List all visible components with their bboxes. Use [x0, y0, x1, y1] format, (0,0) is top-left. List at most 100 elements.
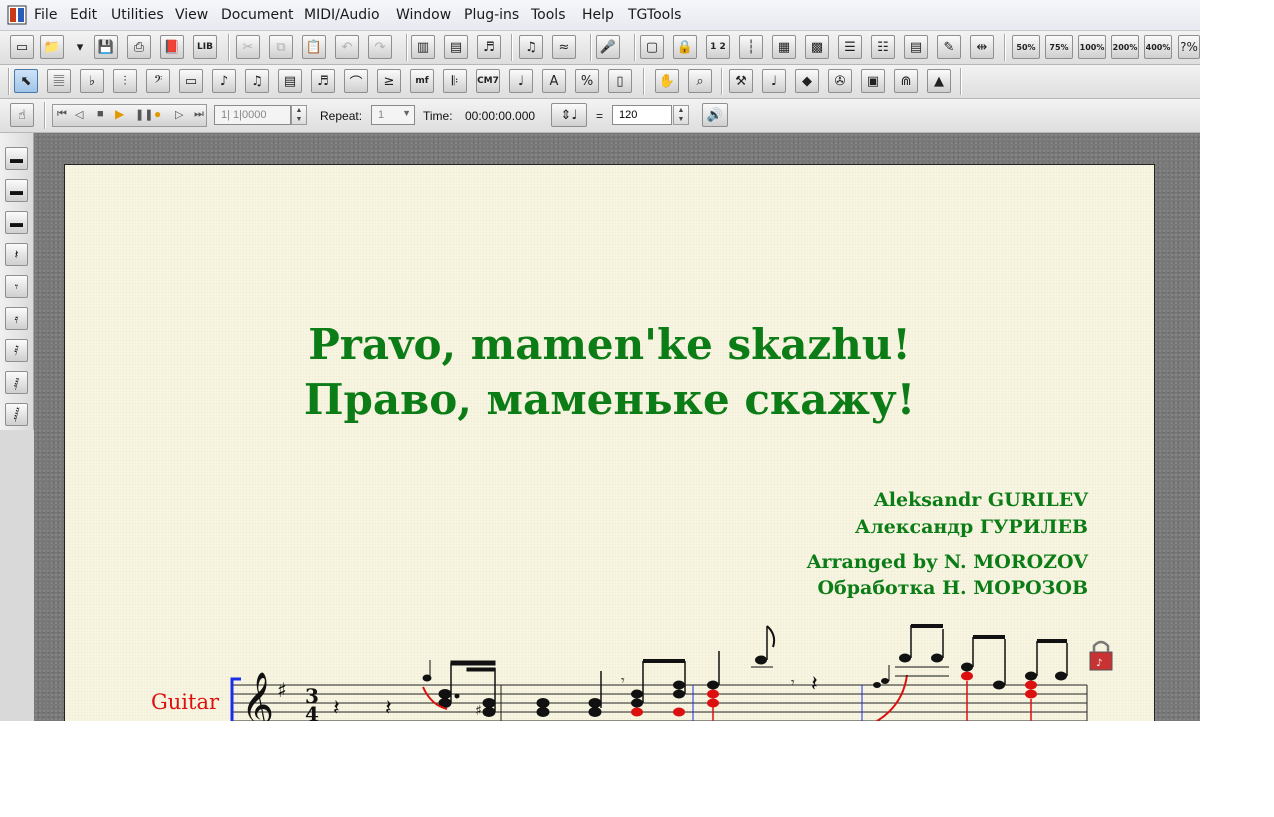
copy-icon[interactable]: ⧉: [269, 35, 293, 59]
zoom-icon[interactable]: ⌕: [688, 69, 712, 93]
whole-rest-icon[interactable]: ▬: [5, 147, 28, 170]
tempo-field[interactable]: 120: [612, 105, 672, 125]
mirror-tool-icon[interactable]: ✇: [828, 69, 852, 93]
sixteenth-rest-icon[interactable]: 𝄿: [5, 307, 28, 330]
record-icon[interactable]: ●: [154, 107, 161, 121]
fast-forward-icon[interactable]: ⏭: [194, 108, 204, 121]
zoom-custom-button[interactable]: ?%: [1178, 35, 1200, 59]
articulation-icon[interactable]: ≥: [377, 69, 401, 93]
tuplet-tool-icon[interactable]: ♬: [311, 69, 335, 93]
rewind-to-start-icon[interactable]: ⏮: [57, 108, 67, 121]
lyrics-tool-icon[interactable]: ♩: [509, 69, 533, 93]
pause-icon[interactable]: ❚❚: [135, 108, 153, 121]
play-icon[interactable]: ▶: [115, 107, 124, 121]
simple-entry-icon[interactable]: ♪: [212, 69, 236, 93]
sixty-fourth-rest-icon[interactable]: 𝅁: [5, 371, 28, 394]
redo-icon[interactable]: ↷: [368, 35, 392, 59]
menu-file[interactable]: File: [34, 7, 57, 23]
menu-help[interactable]: Help: [582, 7, 614, 23]
clef-tool-icon[interactable]: 𝄢: [146, 69, 170, 93]
library-icon[interactable]: 📕: [160, 35, 184, 59]
scroll-view-icon[interactable]: ▤: [444, 35, 468, 59]
page-setup-icon[interactable]: ▤: [904, 35, 928, 59]
menu-tgtools[interactable]: TGTools: [628, 7, 681, 23]
speaker-icon[interactable]: 🔊: [702, 103, 728, 127]
grid-icon[interactable]: ▦: [772, 35, 796, 59]
cut-icon[interactable]: ✂: [236, 35, 260, 59]
chord-tool-icon[interactable]: CM7: [476, 69, 500, 93]
half-rest-icon[interactable]: ▬: [5, 179, 28, 202]
metronome-icon[interactable]: ▲: [927, 69, 951, 93]
zoom-400-button[interactable]: 400%: [1144, 35, 1172, 59]
page-view-icon[interactable]: ▥: [411, 35, 435, 59]
microphone-icon[interactable]: 🎤: [596, 35, 620, 59]
menu-view[interactable]: View: [175, 7, 208, 23]
frame-icon[interactable]: ▢: [640, 35, 664, 59]
measure-layout-icon[interactable]: ⇹: [970, 35, 994, 59]
new-file-icon[interactable]: ▭: [10, 35, 34, 59]
repeat-tool-icon[interactable]: 𝄆: [443, 69, 467, 93]
dropdown-arrow-icon[interactable]: ▾: [73, 35, 87, 59]
paste-icon[interactable]: 📋: [302, 35, 326, 59]
expression-icon[interactable]: mf: [410, 69, 434, 93]
open-file-icon[interactable]: 📁: [40, 35, 64, 59]
layout-alt-icon[interactable]: ☷: [871, 35, 895, 59]
time-signature-icon[interactable]: ⫶: [113, 69, 137, 93]
menu-edit[interactable]: Edit: [70, 7, 97, 23]
lock-icon[interactable]: ♪: [1089, 640, 1113, 671]
thirty-second-rest-icon[interactable]: 𝅀: [5, 339, 28, 362]
menu-document[interactable]: Document: [221, 7, 294, 23]
zoom-100-button[interactable]: 100%: [1078, 35, 1106, 59]
zoom-50-button[interactable]: 50%: [1012, 35, 1040, 59]
lock-page-icon[interactable]: 🔒: [673, 35, 697, 59]
menu-utilities[interactable]: Utilities: [111, 7, 164, 23]
swing-icon[interactable]: ≈: [552, 35, 576, 59]
tie-tool-icon[interactable]: ⋒: [894, 69, 918, 93]
menu-tools[interactable]: Tools: [531, 7, 566, 23]
eighth-rest-icon[interactable]: 𝄾: [5, 275, 28, 298]
playback-icon[interactable]: ♫: [519, 35, 543, 59]
mixer-icon[interactable]: ♬: [477, 35, 501, 59]
stop-icon[interactable]: ■: [97, 108, 104, 120]
text-tool-icon[interactable]: A: [542, 69, 566, 93]
selection-tool-icon[interactable]: ⬉: [14, 69, 38, 93]
edit-page-icon[interactable]: ✎: [937, 35, 961, 59]
special-tools-icon[interactable]: ◆: [795, 69, 819, 93]
quarter-rest-icon[interactable]: 𝄽: [5, 243, 28, 266]
hand-grabber-icon[interactable]: ✋: [655, 69, 679, 93]
menu-plug-ins[interactable]: Plug-ins: [464, 7, 519, 23]
measure-number-icon[interactable]: ┆: [739, 35, 763, 59]
staff-tool-icon[interactable]: 𝄚: [47, 69, 71, 93]
mass-edit-icon[interactable]: ⚒: [729, 69, 753, 93]
zoom-75-button[interactable]: 75%: [1045, 35, 1073, 59]
repeat-select[interactable]: 1 ▼: [371, 105, 415, 125]
one-twenty-eighth-rest-icon[interactable]: 𝅂: [5, 403, 28, 426]
pointing-hand-icon[interactable]: ☝: [10, 103, 34, 127]
staff-grid-icon[interactable]: ▩: [805, 35, 829, 59]
key-signature-icon[interactable]: ♭: [80, 69, 104, 93]
page-number-icon[interactable]: 1 2: [706, 35, 730, 59]
page-layout-icon[interactable]: ▯: [608, 69, 632, 93]
print-icon[interactable]: ⎙: [127, 35, 151, 59]
tempo-note-icon[interactable]: ⇕♩: [551, 103, 587, 127]
graphics-tool-icon[interactable]: ▣: [861, 69, 885, 93]
library-lib-icon[interactable]: LIB: [193, 35, 217, 59]
menu-window[interactable]: Window: [396, 7, 451, 23]
step-forward-icon[interactable]: ▷: [175, 108, 183, 121]
app-logo-icon[interactable]: [7, 5, 27, 25]
hyperscribe-icon[interactable]: ▤: [278, 69, 302, 93]
speedy-entry-icon[interactable]: ♫: [245, 69, 269, 93]
menu-midi-audio[interactable]: MIDI/Audio: [304, 7, 380, 23]
save-icon[interactable]: 💾: [94, 35, 118, 59]
resize-tool-icon[interactable]: %: [575, 69, 599, 93]
half-rest-alt-icon[interactable]: ▬: [5, 211, 28, 234]
zoom-200-button[interactable]: 200%: [1111, 35, 1139, 59]
layout-icon[interactable]: ☰: [838, 35, 862, 59]
step-back-icon[interactable]: ◁: [75, 108, 83, 121]
smart-shape-icon[interactable]: ⌒: [344, 69, 368, 93]
measure-counter-field[interactable]: 1| 1|0000: [214, 105, 291, 125]
measure-tool-icon[interactable]: ▭: [179, 69, 203, 93]
note-mover-icon[interactable]: ♩: [762, 69, 786, 93]
counter-spinner[interactable]: ▲ ▼: [291, 105, 307, 125]
undo-icon[interactable]: ↶: [335, 35, 359, 59]
